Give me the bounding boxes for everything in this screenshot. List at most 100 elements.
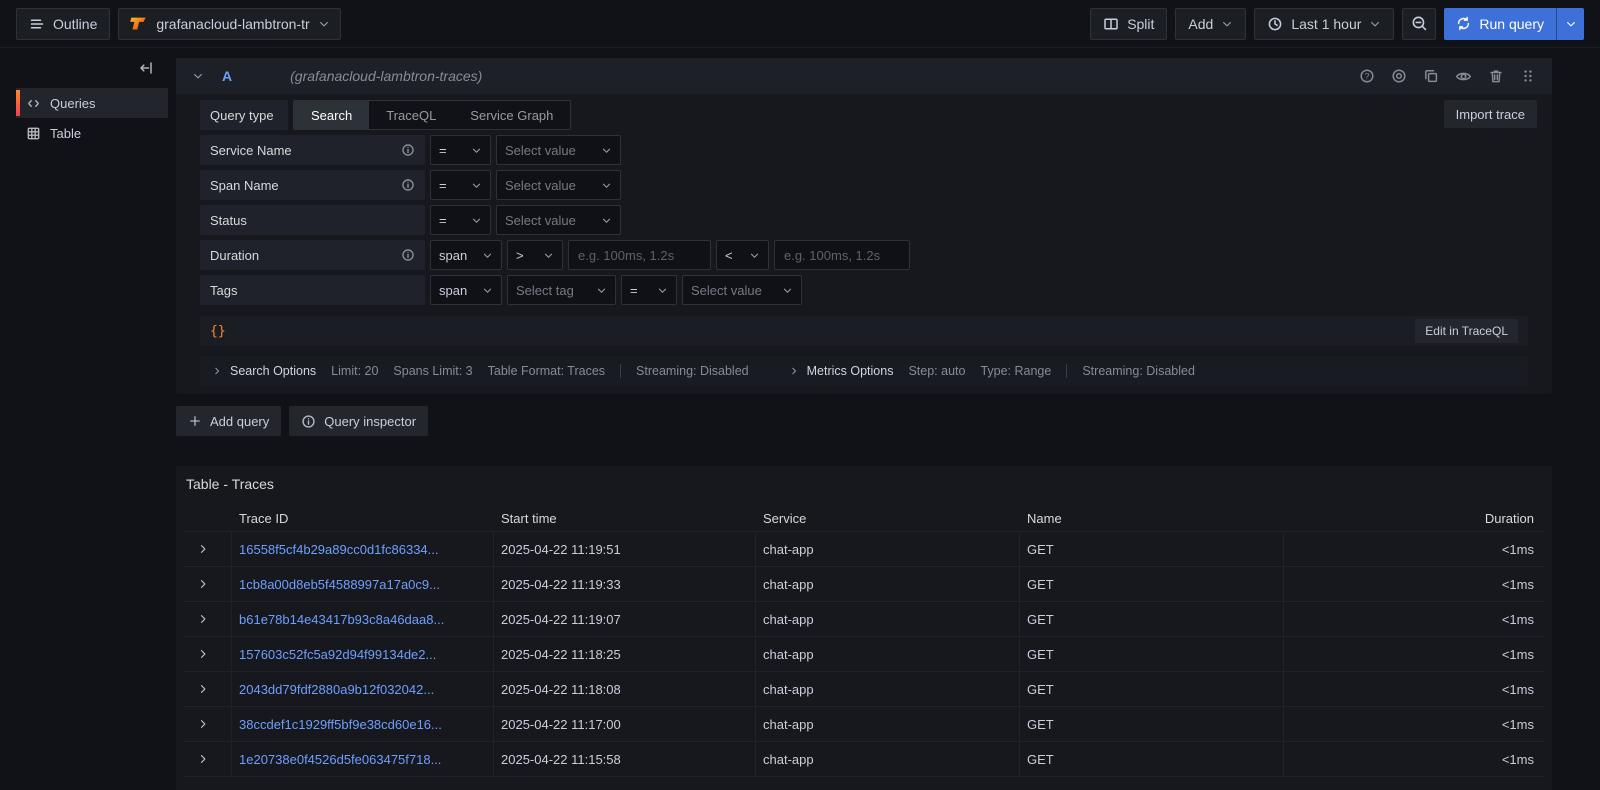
- status-operator-select[interactable]: =: [430, 205, 491, 235]
- search-options-toggle[interactable]: Search Options: [212, 364, 316, 378]
- time-range-picker[interactable]: Last 1 hour: [1254, 8, 1394, 40]
- trace-id-link[interactable]: 38ccdef1c1929ff5bf9e38cd60e16...: [232, 707, 494, 741]
- row-expander-icon[interactable]: [197, 648, 209, 660]
- trace-id-link[interactable]: 157603c52fc5a92d94f99134de2...: [232, 637, 494, 671]
- chevron-down-icon: [1369, 18, 1381, 30]
- collapse-outline-icon[interactable]: [138, 60, 154, 76]
- run-query-options-button[interactable]: [1556, 8, 1584, 40]
- chevron-down-icon: [1565, 18, 1577, 30]
- start-time-cell: 2025-04-22 11:18:25: [494, 637, 756, 671]
- duration-scope-select[interactable]: span: [430, 240, 502, 270]
- query-type-service-graph[interactable]: Service Graph: [453, 101, 570, 129]
- duration-cell: <1ms: [1284, 672, 1544, 706]
- sidebar-item-table[interactable]: Table: [16, 118, 168, 148]
- tags-value-select[interactable]: Select value: [682, 275, 802, 305]
- query-type-traceql[interactable]: TraceQL: [369, 101, 453, 129]
- table-row: 16558f5cf4b29a89cc0d1fc86334... 2025-04-…: [184, 532, 1544, 567]
- sidebar-item-label: Queries: [50, 96, 96, 111]
- duration-max-input[interactable]: [774, 240, 910, 270]
- import-trace-button[interactable]: Import trace: [1444, 100, 1537, 128]
- row-expander-icon[interactable]: [197, 718, 209, 730]
- span-name-operator-select[interactable]: =: [430, 170, 491, 200]
- duration-cell: <1ms: [1284, 532, 1544, 566]
- row-expander-icon[interactable]: [197, 683, 209, 695]
- hide-response-icon[interactable]: [1455, 68, 1472, 85]
- tags-operator-select[interactable]: =: [621, 275, 677, 305]
- tags-scope-select[interactable]: span: [430, 275, 502, 305]
- duration-max-operator-select[interactable]: <: [716, 240, 769, 270]
- column-header-duration[interactable]: Duration: [1284, 511, 1544, 526]
- toolbar-left: Outline grafanacloud-lambtron-tr: [16, 8, 341, 40]
- column-header-service[interactable]: Service: [756, 511, 1020, 526]
- add-button[interactable]: Add: [1175, 8, 1246, 40]
- search-minus-icon: [1411, 15, 1428, 32]
- split-button[interactable]: Split: [1090, 8, 1167, 40]
- service-cell: chat-app: [756, 742, 1020, 776]
- row-expander-icon[interactable]: [197, 578, 209, 590]
- table-header-row: Trace ID Start time Service Name Duratio…: [184, 506, 1544, 532]
- status-value-select[interactable]: Select value: [496, 205, 621, 235]
- column-header-trace-id[interactable]: Trace ID: [232, 511, 494, 526]
- help-icon[interactable]: ?: [1359, 68, 1375, 84]
- drag-handle-icon[interactable]: [1520, 68, 1536, 84]
- traces-table: Trace ID Start time Service Name Duratio…: [184, 506, 1544, 777]
- split-label: Split: [1127, 16, 1154, 32]
- chevron-down-icon: [318, 18, 330, 30]
- info-icon[interactable]: [401, 248, 415, 262]
- duplicate-query-icon[interactable]: [1423, 68, 1439, 84]
- table-row: 1cb8a00d8eb5f4588997a17a0c9... 2025-04-2…: [184, 567, 1544, 602]
- outline-button[interactable]: Outline: [16, 8, 110, 40]
- table-grid-icon: [26, 126, 41, 141]
- split-icon: [1103, 16, 1119, 32]
- duration-cell: <1ms: [1284, 567, 1544, 601]
- service-cell: chat-app: [756, 672, 1020, 706]
- start-time-cell: 2025-04-22 11:15:58: [494, 742, 756, 776]
- trace-id-link[interactable]: b61e78b14e43417b93c8a46daa8...: [232, 602, 494, 636]
- edit-in-traceql-button[interactable]: Edit in TraceQL: [1415, 319, 1518, 343]
- divider: [620, 364, 621, 378]
- info-icon[interactable]: [401, 178, 415, 192]
- run-query-button[interactable]: Run query: [1444, 8, 1556, 40]
- duration-cell: <1ms: [1284, 707, 1544, 741]
- query-options-bar: Search Options Limit: 20 Spans Limit: 3 …: [200, 356, 1528, 386]
- name-cell: GET: [1020, 707, 1284, 741]
- query-inspector-button[interactable]: Query inspector: [289, 406, 428, 436]
- metrics-options-toggle[interactable]: Metrics Options: [789, 364, 894, 378]
- search-options-limit: Limit: 20: [331, 364, 378, 378]
- query-editor-body: Import trace Query type Search TraceQL S…: [176, 94, 1552, 394]
- row-expander-icon[interactable]: [197, 543, 209, 555]
- duration-label: Duration: [210, 248, 259, 263]
- query-type-search[interactable]: Search: [294, 101, 369, 129]
- row-expander-icon[interactable]: [197, 613, 209, 625]
- sidebar-item-queries[interactable]: Queries: [16, 88, 168, 118]
- clock-icon: [1267, 16, 1283, 32]
- trace-id-link[interactable]: 16558f5cf4b29a89cc0d1fc86334...: [232, 532, 494, 566]
- status-row: Status = Select value: [200, 205, 1528, 235]
- trace-id-link[interactable]: 1e20738e0f4526d5fe063475f718...: [232, 742, 494, 776]
- service-name-operator-select[interactable]: =: [430, 135, 491, 165]
- collapse-query-icon[interactable]: [192, 70, 204, 82]
- chevron-down-icon: [471, 145, 482, 156]
- service-cell: chat-app: [756, 602, 1020, 636]
- row-expander-icon[interactable]: [197, 753, 209, 765]
- start-time-cell: 2025-04-22 11:19:07: [494, 602, 756, 636]
- span-name-value-select[interactable]: Select value: [496, 170, 621, 200]
- query-type-radio-group: Search TraceQL Service Graph: [293, 100, 571, 130]
- column-header-name[interactable]: Name: [1020, 511, 1284, 526]
- duration-min-input[interactable]: [568, 240, 711, 270]
- search-options-spans-limit: Spans Limit: 3: [393, 364, 472, 378]
- duration-min-operator-select[interactable]: >: [507, 240, 563, 270]
- zoom-out-time-button[interactable]: [1402, 8, 1436, 40]
- add-query-button[interactable]: Add query: [176, 406, 281, 436]
- datasource-picker[interactable]: grafanacloud-lambtron-tr: [118, 8, 340, 40]
- column-header-start-time[interactable]: Start time: [494, 511, 756, 526]
- metrics-options-streaming: Streaming: Disabled: [1082, 364, 1195, 378]
- trace-id-link[interactable]: 2043dd79fdf2880a9b12f032042...: [232, 672, 494, 706]
- remove-query-icon[interactable]: [1488, 68, 1504, 84]
- service-name-value-select[interactable]: Select value: [496, 135, 621, 165]
- trace-id-link[interactable]: 1cb8a00d8eb5f4588997a17a0c9...: [232, 567, 494, 601]
- disable-query-icon[interactable]: [1391, 68, 1407, 84]
- tags-tag-select[interactable]: Select tag: [507, 275, 616, 305]
- info-icon[interactable]: [401, 143, 415, 157]
- chevron-down-icon: [543, 250, 554, 261]
